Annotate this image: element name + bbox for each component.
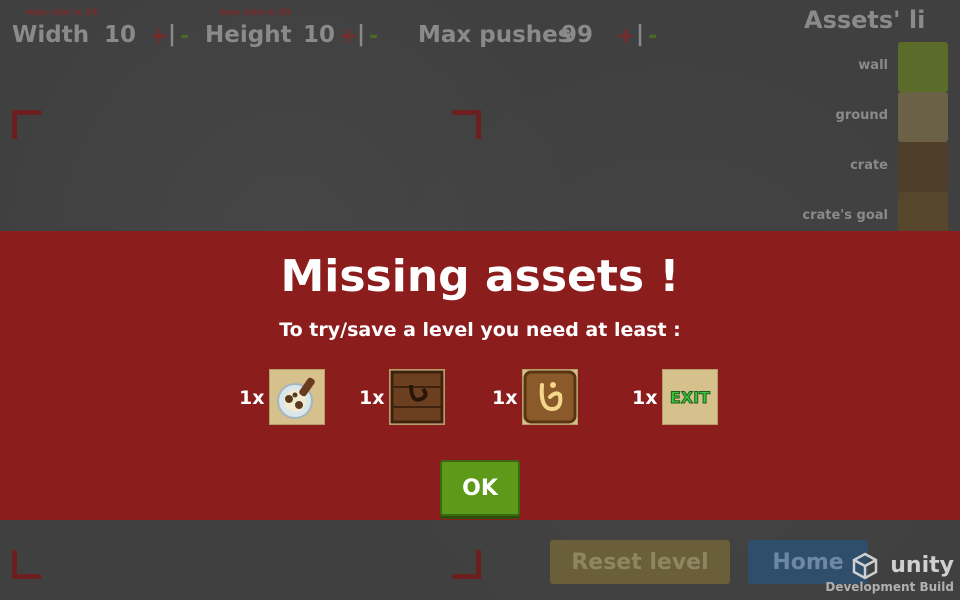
grid-corner-top-right	[452, 110, 481, 139]
width-minus-button[interactable]: -	[180, 24, 189, 49]
grid-corner-bottom-left	[12, 550, 41, 579]
width-separator: |	[168, 22, 177, 47]
width-plus-button[interactable]: +	[150, 24, 168, 49]
crate-icon	[389, 369, 445, 425]
unity-brand: unity	[890, 553, 954, 578]
width-hint: max size is 30	[26, 8, 98, 18]
exit-icon: EXIT	[662, 369, 718, 425]
ok-button[interactable]: OK	[440, 460, 520, 516]
width-field: max size is 30 Width 10 + | -	[12, 8, 192, 52]
height-separator: |	[357, 22, 366, 47]
reset-level-button[interactable]: Reset level	[550, 540, 730, 584]
max-pushes-separator: |	[636, 22, 645, 47]
height-field: max size is 30 Height 10 + | -	[205, 8, 390, 52]
development-build-label: Development Build	[825, 580, 954, 594]
grid-corner-bottom-right	[452, 550, 481, 579]
modal-subtitle: To try/save a level you need at least :	[279, 319, 681, 341]
height-minus-button[interactable]: -	[369, 24, 378, 49]
asset-item-ground[interactable]: ground	[780, 92, 960, 142]
requirement-qty: 1x	[239, 387, 265, 409]
max-pushes-value: 99	[561, 22, 594, 48]
unity-watermark: unity Development Build	[825, 552, 954, 594]
height-hint: max size is 30	[219, 8, 291, 18]
max-pushes-plus-button[interactable]: +	[616, 24, 634, 49]
max-pushes-field: Max pushes 99 + | -	[418, 8, 678, 52]
requirement-qty: 1x	[492, 387, 518, 409]
asset-item-label: crate	[850, 158, 888, 173]
requirement-qty: 1x	[632, 387, 658, 409]
max-pushes-label: Max pushes	[418, 22, 572, 48]
crate-tile-icon	[898, 142, 948, 192]
asset-item-label: wall	[858, 58, 888, 73]
width-label: Width	[12, 22, 90, 48]
height-plus-button[interactable]: +	[339, 24, 357, 49]
asset-item-label: crate's goal	[802, 208, 888, 223]
missing-assets-modal: Missing assets ! To try/save a level you…	[0, 231, 960, 520]
assets-panel-title: Assets' li	[804, 6, 926, 34]
grid-corner-top-left	[12, 110, 41, 139]
requirement-qty: 1x	[359, 387, 385, 409]
unity-logo-icon	[851, 552, 879, 580]
player-icon	[269, 369, 325, 425]
height-value: 10	[303, 22, 336, 48]
height-label: Height	[205, 22, 292, 48]
asset-item-label: ground	[835, 108, 888, 123]
width-value: 10	[104, 22, 137, 48]
max-pushes-minus-button[interactable]: -	[648, 24, 657, 49]
ground-tile-icon	[898, 92, 948, 142]
exit-sign-text: EXIT	[670, 388, 710, 407]
modal-title: Missing assets !	[280, 251, 680, 302]
asset-item-crate[interactable]: crate	[780, 142, 960, 192]
asset-item-wall[interactable]: wall	[780, 42, 960, 92]
wall-tile-icon	[898, 42, 948, 92]
crate-goal-icon	[522, 369, 578, 425]
